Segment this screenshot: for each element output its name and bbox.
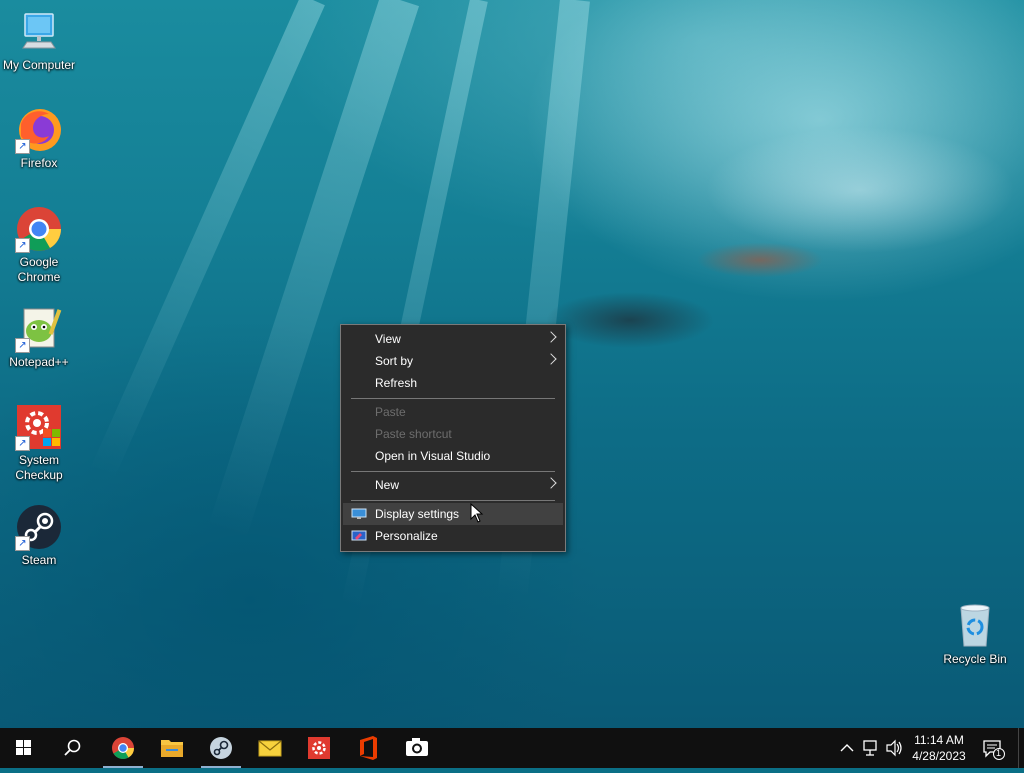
- steam-icon: ↗: [15, 503, 63, 551]
- menu-item-open-in-visual-studio[interactable]: Open in Visual Studio: [343, 445, 563, 467]
- shortcut-arrow-icon: ↗: [15, 238, 30, 253]
- menu-item-refresh[interactable]: Refresh: [343, 372, 563, 394]
- taskbar-chrome[interactable]: [99, 728, 147, 768]
- display-icon: [351, 508, 367, 519]
- desktop-icon-system-checkup[interactable]: ↗ System Checkup: [1, 403, 77, 483]
- desktop-icon-label: Steam: [21, 553, 57, 567]
- shortcut-arrow-icon: ↗: [15, 436, 30, 451]
- system-checkup-icon: [308, 737, 330, 759]
- taskbar-camera[interactable]: [393, 728, 441, 768]
- firefox-icon: ↗: [15, 106, 63, 154]
- show-hidden-icons-chevron-up-icon[interactable]: [837, 728, 857, 768]
- desktop-context-menu: View Sort by Refresh Paste Paste shortcu…: [340, 324, 566, 552]
- desktop-icon-recycle-bin[interactable]: Recycle Bin: [937, 602, 1013, 667]
- taskbar-system-checkup[interactable]: [295, 728, 343, 768]
- personalize-icon: [351, 530, 367, 541]
- taskbar-file-explorer[interactable]: [148, 728, 196, 768]
- system-checkup-icon: ↗: [15, 403, 63, 451]
- desktop-icon-steam[interactable]: ↗ Steam: [1, 503, 77, 568]
- chevron-right-icon: [545, 353, 557, 365]
- taskbar: 11:14 AM 4/28/2023 1: [0, 728, 1024, 768]
- clock-time: 11:14 AM: [914, 733, 964, 747]
- shortcut-arrow-icon: ↗: [15, 338, 30, 353]
- camera-icon: [406, 738, 428, 756]
- network-icon[interactable]: [861, 728, 881, 768]
- chevron-right-icon: [545, 331, 557, 343]
- notification-icon: [983, 740, 1005, 760]
- desktop-icon-label: Google Chrome: [17, 255, 61, 284]
- taskbar-mail[interactable]: [246, 728, 294, 768]
- desktop-icon-label: Firefox: [20, 156, 58, 170]
- action-center-button[interactable]: 1: [978, 728, 1008, 768]
- taskbar-office[interactable]: [344, 728, 392, 768]
- menu-item-sort-by[interactable]: Sort by: [343, 350, 563, 372]
- menu-separator: [351, 471, 555, 472]
- windows-logo-icon: [16, 740, 31, 755]
- shortcut-arrow-icon: ↗: [15, 139, 30, 154]
- start-button[interactable]: [0, 728, 48, 768]
- show-desktop-button[interactable]: [1018, 728, 1024, 768]
- desktop-icon-label: Notepad++: [9, 355, 69, 369]
- menu-separator: [351, 398, 555, 399]
- recycle-bin-icon: [951, 602, 999, 650]
- menu-item-personalize[interactable]: Personalize: [343, 525, 563, 547]
- menu-separator: [351, 500, 555, 501]
- taskbar-steam[interactable]: [197, 728, 245, 768]
- clock-date: 4/28/2023: [912, 749, 966, 763]
- search-button[interactable]: [48, 728, 96, 768]
- shortcut-arrow-icon: ↗: [15, 536, 30, 551]
- chrome-icon: [112, 737, 134, 759]
- desktop-icon-label: Recycle Bin: [943, 652, 1007, 666]
- menu-item-paste[interactable]: Paste: [343, 401, 563, 423]
- desktop-icon-my-computer[interactable]: My Computer: [1, 8, 77, 73]
- office-icon: [360, 736, 377, 760]
- file-explorer-icon: [161, 740, 183, 757]
- menu-item-paste-shortcut[interactable]: Paste shortcut: [343, 423, 563, 445]
- desktop-icon-notepad-plus-plus[interactable]: ↗ Notepad++: [1, 305, 77, 370]
- desktop-icon-firefox[interactable]: ↗ Firefox: [1, 106, 77, 171]
- desktop-icon-label: My Computer: [2, 58, 76, 72]
- notification-count: 1: [996, 748, 1002, 758]
- desktop-icon-label: System Checkup: [15, 453, 63, 482]
- notepad-plus-plus-icon: ↗: [15, 305, 63, 353]
- chrome-icon: ↗: [15, 205, 63, 253]
- steam-icon: [210, 737, 232, 759]
- desktop-icon-google-chrome[interactable]: ↗ Google Chrome: [1, 205, 77, 285]
- chevron-right-icon: [545, 477, 557, 489]
- menu-item-view[interactable]: View: [343, 328, 563, 350]
- computer-icon: [15, 8, 63, 56]
- menu-item-new[interactable]: New: [343, 474, 563, 496]
- mouse-cursor-icon: [470, 503, 484, 523]
- taskbar-clock[interactable]: 11:14 AM 4/28/2023: [905, 732, 973, 764]
- mail-icon: [258, 740, 282, 757]
- menu-item-display-settings[interactable]: Display settings: [343, 503, 563, 525]
- volume-icon[interactable]: [884, 728, 904, 768]
- search-icon: [64, 739, 81, 756]
